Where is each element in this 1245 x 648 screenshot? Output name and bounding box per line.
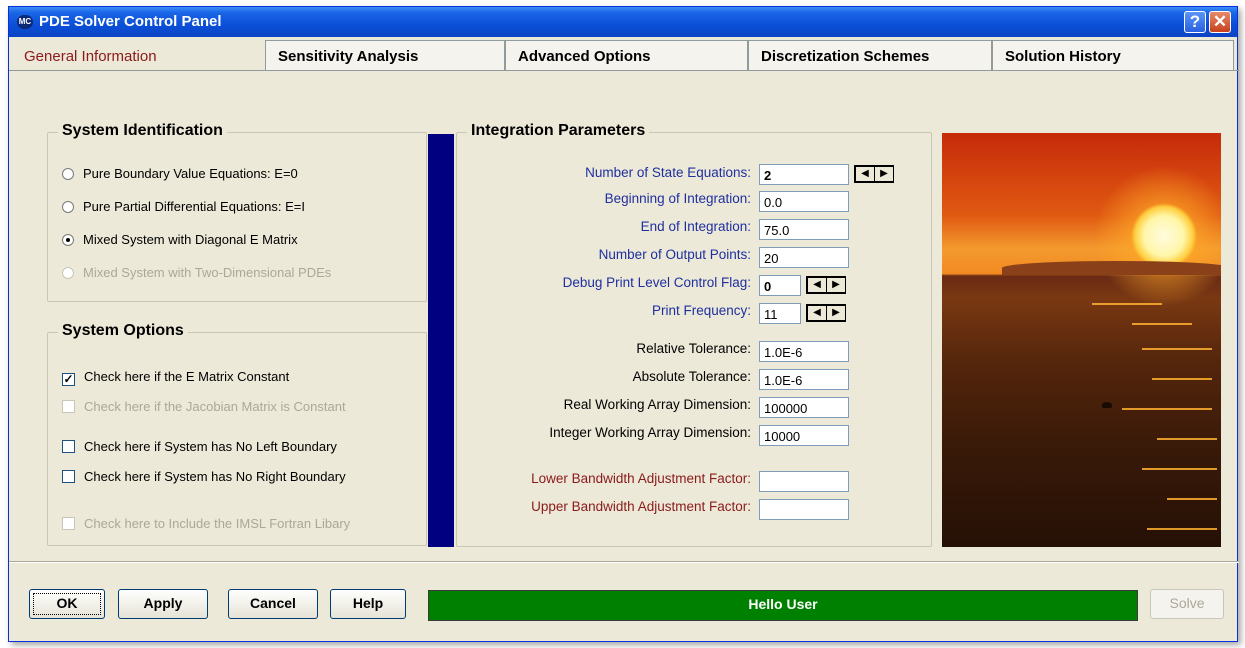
label-print-frequency: Print Frequency: <box>651 303 751 318</box>
spin-left-icon[interactable]: ◀ <box>856 167 874 181</box>
state-equations-field[interactable]: 2 <box>759 164 849 185</box>
label-beginning-integration: Beginning of Integration: <box>604 191 751 206</box>
close-icon[interactable]: ✕ <box>1209 11 1231 33</box>
help-button[interactable]: Help <box>330 589 406 619</box>
relative-tolerance-field[interactable]: 1.0E-6 <box>759 341 849 362</box>
main-window: MC PDE Solver Control Panel ? ✕ General … <box>8 6 1239 642</box>
radio-icon <box>62 201 74 213</box>
check-jacobian-constant: Check here if the Jacobian Matrix is Con… <box>62 399 346 415</box>
checkbox-checked-icon: ✓ <box>62 372 75 386</box>
radio-icon <box>62 267 74 279</box>
water-glint <box>1152 378 1212 380</box>
radio-label: Mixed System with Two-Dimensional PDEs <box>83 265 332 280</box>
footer-separator <box>9 561 1239 563</box>
spin-right-icon[interactable]: ▶ <box>827 306 845 320</box>
radio-label: Mixed System with Diagonal E Matrix <box>83 232 298 247</box>
check-e-matrix-constant[interactable]: ✓ Check here if the E Matrix Constant <box>62 369 289 386</box>
checkbox-icon <box>62 470 75 483</box>
bird-silhouette <box>1102 402 1112 408</box>
water-glint <box>1142 468 1217 470</box>
label-relative-tolerance: Relative Tolerance: <box>636 341 751 356</box>
system-options-title: System Options <box>58 322 188 340</box>
checkbox-icon <box>62 517 75 530</box>
water-glint <box>1157 438 1217 440</box>
water-glint <box>1142 348 1212 350</box>
spin-right-icon[interactable]: ▶ <box>827 278 845 292</box>
spin-left-icon[interactable]: ◀ <box>808 278 826 292</box>
check-no-right-boundary[interactable]: Check here if System has No Right Bounda… <box>62 469 346 485</box>
check-include-imsl: Check here to Include the IMSL Fortran L… <box>62 516 350 532</box>
tab-advanced-options[interactable]: Advanced Options <box>505 40 748 70</box>
label-number-state-equations: Number of State Equations: <box>585 165 751 180</box>
checkbox-label: Check here if System has No Right Bounda… <box>84 469 346 484</box>
accent-bar <box>428 134 454 547</box>
cancel-button[interactable]: Cancel <box>228 589 318 619</box>
print-frequency-field[interactable]: 11 <box>759 303 801 324</box>
water-glint <box>1122 408 1212 410</box>
solve-button: Solve <box>1150 589 1224 619</box>
checkbox-label: Check here to Include the IMSL Fortran L… <box>84 516 351 531</box>
spin-right-icon[interactable]: ▶ <box>875 167 893 181</box>
system-identification-group: System Identification Pure Boundary Valu… <box>47 122 427 302</box>
window-title: PDE Solver Control Panel <box>39 13 222 30</box>
water-glint <box>1092 303 1162 305</box>
radio-mixed-2d: Mixed System with Two-Dimensional PDEs <box>62 265 331 281</box>
radio-pure-pde[interactable]: Pure Partial Differential Equations: E=I <box>62 199 305 215</box>
radio-mixed-diagonal[interactable]: Mixed System with Diagonal E Matrix <box>62 232 298 248</box>
system-options-group: System Options ✓ Check here if the E Matr… <box>47 322 427 546</box>
apply-button[interactable]: Apply <box>118 589 208 619</box>
checkbox-icon <box>62 440 75 453</box>
app-icon: MC <box>17 15 33 29</box>
water-glint <box>1147 528 1217 530</box>
distant-hill <box>1002 261 1221 275</box>
lower-bandwidth-field[interactable] <box>759 471 849 492</box>
ok-button[interactable]: OK <box>29 589 105 619</box>
integration-parameters-group: Integration Parameters Number of State E… <box>456 122 932 547</box>
label-end-integration: End of Integration: <box>640 219 751 234</box>
radio-label: Pure Partial Differential Equations: E=I <box>83 199 305 214</box>
state-equations-spinner[interactable]: ◀ ▶ <box>854 165 894 183</box>
label-integer-working-array: Integer Working Array Dimension: <box>549 425 751 440</box>
water-glint <box>1167 498 1217 500</box>
label-upper-bandwidth: Upper Bandwidth Adjustment Factor: <box>531 499 751 514</box>
real-working-array-field[interactable]: 100000 <box>759 397 849 418</box>
absolute-tolerance-field[interactable]: 1.0E-6 <box>759 369 849 390</box>
label-lower-bandwidth: Lower Bandwidth Adjustment Factor: <box>531 471 751 486</box>
checkbox-label: Check here if the Jacobian Matrix is Con… <box>84 399 346 414</box>
integer-working-array-field[interactable]: 10000 <box>759 425 849 446</box>
label-absolute-tolerance: Absolute Tolerance: <box>632 369 751 384</box>
radio-icon <box>62 168 74 180</box>
checkbox-icon <box>62 400 75 413</box>
tab-sensitivity-analysis[interactable]: Sensitivity Analysis <box>265 40 505 70</box>
label-number-output-points: Number of Output Points: <box>598 247 751 262</box>
system-identification-title: System Identification <box>58 122 227 140</box>
help-icon[interactable]: ? <box>1184 11 1206 33</box>
upper-bandwidth-field[interactable] <box>759 499 849 520</box>
status-bar: Hello User <box>428 590 1138 621</box>
output-points-field[interactable]: 20 <box>759 247 849 268</box>
check-no-left-boundary[interactable]: Check here if System has No Left Boundar… <box>62 439 337 455</box>
label-debug-print-level: Debug Print Level Control Flag: <box>562 275 751 290</box>
beginning-integration-field[interactable]: 0.0 <box>759 191 849 212</box>
checkbox-label: Check here if System has No Left Boundar… <box>84 439 337 454</box>
end-integration-field[interactable]: 75.0 <box>759 219 849 240</box>
tab-discretization-schemes[interactable]: Discretization Schemes <box>748 40 992 70</box>
sunset-image <box>942 133 1221 547</box>
print-frequency-spinner[interactable]: ◀ ▶ <box>806 304 846 322</box>
water-glint <box>1132 323 1192 325</box>
radio-pure-boundary[interactable]: Pure Boundary Value Equations: E=0 <box>62 166 298 182</box>
debug-print-level-spinner[interactable]: ◀ ▶ <box>806 276 846 294</box>
checkbox-label: Check here if the E Matrix Constant <box>84 369 290 384</box>
tab-general-information[interactable]: General Information <box>11 40 265 71</box>
debug-print-level-field[interactable]: 0 <box>759 275 801 296</box>
radio-selected-icon <box>62 234 74 246</box>
label-real-working-array: Real Working Array Dimension: <box>563 397 751 412</box>
title-bar[interactable]: MC PDE Solver Control Panel ? ✕ <box>9 7 1237 37</box>
tab-divider <box>9 70 1239 71</box>
radio-label: Pure Boundary Value Equations: E=0 <box>83 166 298 181</box>
param-labels: Number of State Equations: Beginning of … <box>457 133 751 546</box>
tab-solution-history[interactable]: Solution History <box>992 40 1234 70</box>
spin-left-icon[interactable]: ◀ <box>808 306 826 320</box>
